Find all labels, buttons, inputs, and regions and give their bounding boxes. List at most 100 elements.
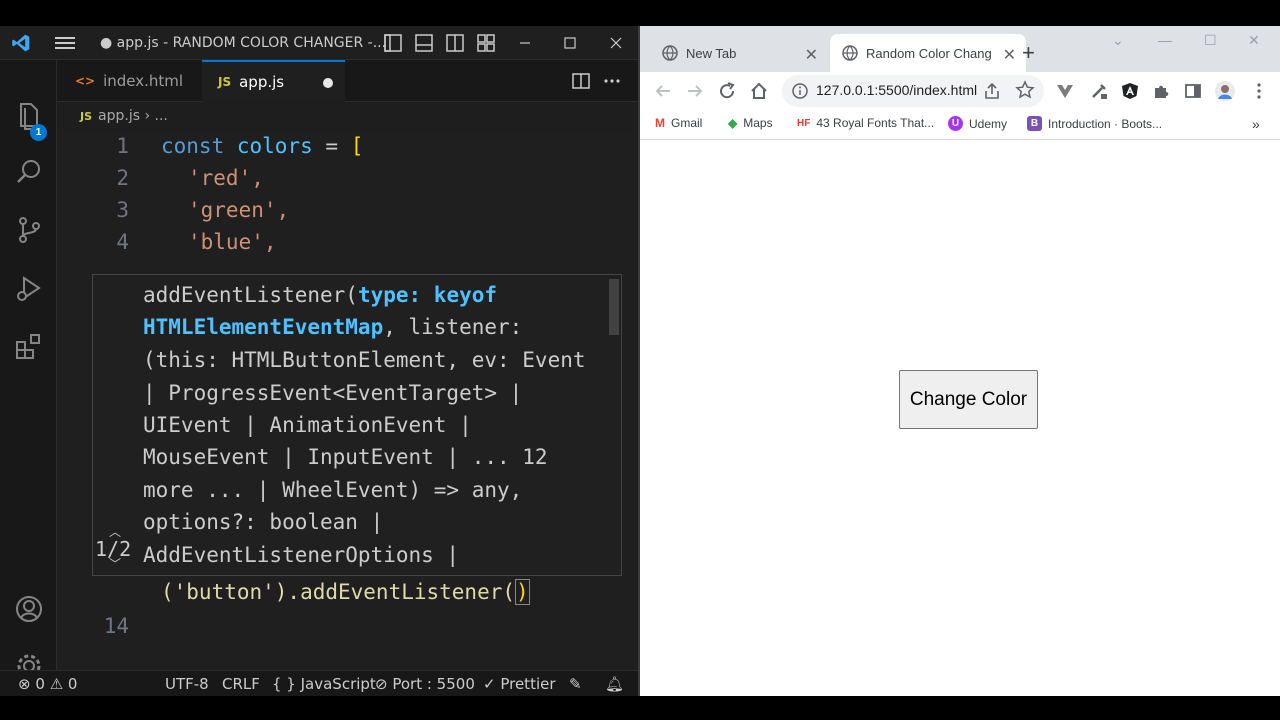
new-tab-plus-icon[interactable]: +: [1022, 40, 1035, 66]
more-bookmarks-icon[interactable]: »: [1252, 116, 1260, 132]
explorer-badge: 1: [30, 124, 47, 141]
search-icon[interactable]: [13, 156, 45, 188]
breadcrumb[interactable]: JS app.js › ...: [80, 108, 168, 124]
bookmark-bootstrap[interactable]: B Introduction · Boots...: [1027, 116, 1162, 131]
signature-help-popup[interactable]: addEventListener(type: keyof HTMLElement…: [92, 274, 622, 576]
forward-arrow-icon[interactable]: [684, 80, 706, 102]
toggle-secondary-sidebar-icon[interactable]: [445, 33, 465, 53]
angular-devtools-icon[interactable]: [1121, 82, 1139, 100]
gmail-icon: M: [655, 116, 665, 130]
tab-index-html[interactable]: <> index.html: [57, 60, 202, 102]
bookmarks-bar: M Gmail ◆ Maps HF 43 Royal Fonts That... UU…: [640, 110, 1280, 140]
line-number: 3: [116, 198, 129, 222]
language-mode[interactable]: { } JavaScript: [272, 675, 376, 693]
tab-label: index.html: [103, 72, 184, 90]
popup-scrollbar[interactable]: [609, 279, 619, 335]
customize-layout-icon[interactable]: [476, 33, 496, 53]
close-window-icon[interactable]: ✕: [1248, 32, 1260, 49]
account-icon[interactable]: [13, 593, 45, 625]
color-picker-icon[interactable]: [1090, 82, 1108, 100]
url-text[interactable]: 127.0.0.1:5500/index.html: [816, 82, 977, 98]
tab-label: app.js: [239, 73, 285, 91]
chrome-tab-strip: New Tab ✕ Random Color Chang ✕ + ⌄ — ☐ ✕: [640, 26, 1280, 72]
tab-new-tab[interactable]: New Tab ✕: [652, 34, 828, 72]
toggle-panel-icon[interactable]: [414, 33, 434, 53]
status-bar: ⊗ 0 ⚠ 0 UTF-8 CRLF { } JavaScript ⊘ Port…: [0, 670, 638, 696]
js-file-icon: JS: [80, 110, 93, 123]
side-panel-icon[interactable]: [1184, 82, 1202, 100]
code-line-4: 'blue',: [188, 230, 277, 254]
encoding-indicator[interactable]: UTF-8: [165, 675, 209, 693]
profile-avatar[interactable]: [1215, 81, 1235, 101]
breadcrumb-file[interactable]: app.js: [98, 108, 140, 124]
bookmark-star-icon[interactable]: [1015, 80, 1035, 100]
close-tab-icon[interactable]: ✕: [805, 45, 818, 65]
reload-icon[interactable]: [716, 80, 738, 102]
web-page-content: Change Color: [640, 141, 1280, 696]
extensions-puzzle-icon[interactable]: [1152, 82, 1170, 100]
vscode-window: ● app.js - RANDOM COLOR CHANGER -... 1 <…: [0, 26, 638, 696]
hover-line: | ProgressEvent<EventTarget> |: [143, 381, 523, 405]
breadcrumb-separator: ›: [144, 108, 151, 124]
breadcrumb-rest[interactable]: ...: [155, 108, 168, 124]
hamburger-menu-icon[interactable]: [54, 35, 76, 51]
kebab-menu-icon[interactable]: [1250, 82, 1268, 100]
hf-icon: HF: [797, 117, 811, 129]
live-server-port[interactable]: ⊘ Port : 5500: [375, 675, 475, 693]
desktop: ● app.js - RANDOM COLOR CHANGER -... 1 <…: [0, 0, 1280, 720]
close-window-icon[interactable]: [606, 33, 626, 53]
code-line-2: 'red',: [188, 166, 264, 190]
code-line-1: const colors = [: [161, 134, 364, 158]
bookmark-royal-fonts[interactable]: HF 43 Royal Fonts That...: [797, 116, 934, 130]
chrome-toolbar: 127.0.0.1:5500/index.html: [640, 72, 1280, 110]
vscode-logo-icon: [12, 34, 30, 52]
source-control-icon[interactable]: [13, 214, 45, 246]
bookmark-gmail[interactable]: M Gmail: [655, 116, 702, 130]
share-icon[interactable]: [982, 81, 1002, 101]
site-info-icon[interactable]: [792, 83, 808, 99]
bookmark-maps[interactable]: ◆ Maps: [728, 116, 773, 130]
tab-random-color-changer[interactable]: Random Color Chang ✕: [830, 34, 1026, 72]
eol-indicator[interactable]: CRLF: [222, 675, 260, 693]
chevron-down-icon[interactable]: ﹀: [109, 555, 121, 572]
bookmark-udemy[interactable]: U Udemy: [948, 116, 1007, 131]
run-debug-icon[interactable]: [13, 272, 45, 304]
feedback-icon[interactable]: ✎: [569, 675, 582, 693]
maximize-icon[interactable]: [560, 33, 580, 53]
back-arrow-icon[interactable]: [652, 80, 674, 102]
extensions-icon[interactable]: [13, 330, 45, 362]
tab-app-js[interactable]: JS app.js: [202, 60, 345, 102]
bell-icon[interactable]: 🔔︎: [605, 675, 624, 693]
tab-label: Random Color Chang: [866, 45, 992, 61]
js-file-icon: JS: [218, 75, 232, 89]
broadcast-icon: ⊘: [375, 675, 388, 693]
code-line-3: 'green',: [188, 198, 290, 222]
minimize-icon[interactable]: [515, 33, 535, 53]
tab-label: New Tab: [686, 45, 737, 61]
problems-indicator[interactable]: ⊗ 0 ⚠ 0: [18, 675, 77, 693]
prettier-status[interactable]: ✓ Prettier: [483, 675, 556, 693]
bootstrap-icon: B: [1027, 116, 1042, 131]
warning-icon: ⚠: [49, 675, 64, 693]
address-bar[interactable]: 127.0.0.1:5500/index.html: [782, 75, 1044, 107]
home-icon[interactable]: [748, 80, 770, 102]
vue-devtools-icon[interactable]: [1056, 82, 1074, 100]
close-tab-icon[interactable]: ✕: [1003, 45, 1016, 65]
line-number: 2: [116, 166, 129, 190]
line-number: 4: [116, 230, 129, 254]
toggle-sidebar-icon[interactable]: [383, 33, 403, 53]
closing-paren: ): [515, 579, 530, 605]
hover-line: UIEvent | AnimationEvent |: [143, 413, 472, 437]
split-editor-icon[interactable]: [571, 71, 591, 91]
error-icon: ⊗: [18, 675, 31, 693]
maps-pin-icon: ◆: [728, 116, 738, 130]
hover-line: HTMLElementEventMap, listener:: [143, 315, 523, 339]
more-actions-icon[interactable]: [602, 71, 622, 91]
unsaved-dot-icon[interactable]: [323, 78, 333, 88]
globe-icon: [842, 45, 858, 61]
tab-search-chevron-icon[interactable]: ⌄: [1112, 32, 1124, 49]
minimize-icon[interactable]: —: [1158, 32, 1172, 48]
change-color-button[interactable]: Change Color: [899, 370, 1038, 429]
window-title: ● app.js - RANDOM COLOR CHANGER -...: [100, 35, 387, 51]
maximize-icon[interactable]: ☐: [1204, 32, 1217, 49]
